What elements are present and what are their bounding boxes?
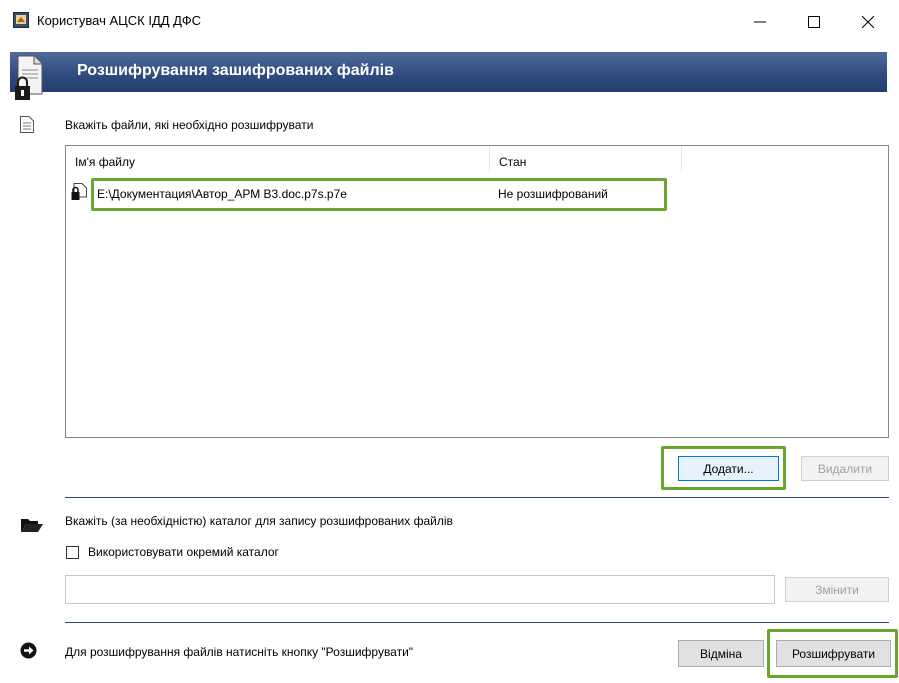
arrow-right-circle-icon [20, 642, 37, 659]
encrypted-file-icon [71, 183, 87, 201]
change-folder-button[interactable]: Змінити [785, 577, 889, 602]
folder-open-icon [20, 515, 44, 533]
dialog-title: Розшифрування зашифрованих файлів [77, 62, 394, 79]
folder-section-label: Вкажіть (за необхідністю) каталог для за… [65, 514, 453, 528]
cancel-button[interactable]: Відміна [678, 640, 764, 667]
folder-path-input[interactable] [65, 575, 775, 604]
column-header-state[interactable]: Стан [490, 146, 682, 171]
app-icon [13, 12, 29, 28]
maximize-button[interactable] [791, 0, 837, 43]
window-title: Користувач АЦСК ІДД ДФС [37, 13, 201, 28]
encrypted-document-icon [14, 54, 44, 104]
files-section-label: Вкажіть файли, які необхідно розшифруват… [65, 118, 314, 132]
separate-folder-checkbox[interactable] [66, 546, 79, 559]
section-divider [65, 622, 889, 623]
highlight-file-row [91, 178, 667, 211]
close-button[interactable] [845, 0, 891, 43]
document-icon [20, 116, 34, 133]
decrypt-hint: Для розшифрування файлів натисніть кнопк… [65, 645, 414, 659]
highlight-decrypt-button [767, 629, 898, 678]
separate-folder-checkbox-label[interactable]: Використовувати окремий каталог [88, 545, 279, 559]
minimize-button[interactable] [737, 0, 783, 43]
remove-button[interactable]: Видалити [801, 456, 889, 481]
highlight-add-button [661, 446, 786, 490]
section-divider [65, 497, 889, 498]
column-header-filename[interactable]: Ім'я файлу [66, 146, 490, 171]
